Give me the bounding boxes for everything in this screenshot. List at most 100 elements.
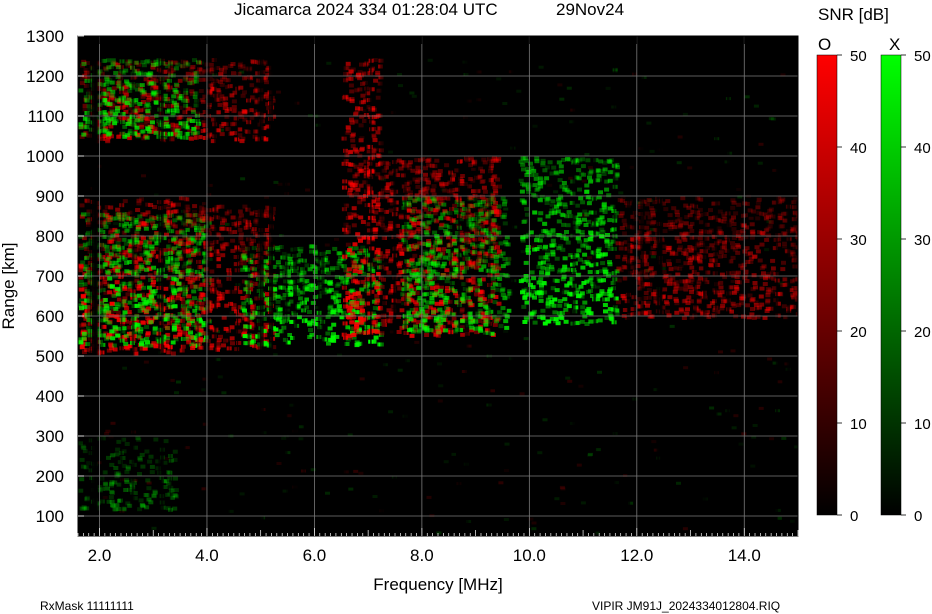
echo-cell — [152, 330, 158, 335]
noise-cell — [516, 89, 522, 93]
noise-cell — [538, 65, 544, 69]
echo-cell — [103, 224, 109, 229]
echo-cell — [309, 332, 315, 337]
echo-cell — [577, 212, 583, 217]
echo-cell — [534, 238, 540, 243]
echo-cell — [532, 247, 538, 252]
echo-cell — [556, 160, 562, 165]
echo-cell — [374, 300, 380, 305]
echo-cell — [586, 306, 592, 311]
echo-cell — [145, 331, 151, 336]
echo-cell — [346, 333, 352, 338]
echo-cell — [554, 171, 560, 176]
echo-cell — [185, 240, 191, 245]
echo-cell — [479, 249, 485, 254]
echo-cell — [532, 320, 538, 325]
echo-cell — [438, 216, 444, 221]
echo-cell — [188, 224, 194, 228]
echo-cell — [490, 182, 496, 187]
echo-cell — [683, 283, 689, 288]
echo-cell — [588, 210, 594, 215]
echo-cell — [398, 248, 404, 253]
noise-cell — [437, 399, 443, 403]
noise-cell — [542, 418, 548, 422]
echo-cell — [561, 158, 567, 162]
echo-cell — [733, 211, 739, 216]
echo-cell — [349, 163, 355, 167]
echo-cell — [199, 223, 205, 228]
echo-cell — [168, 213, 174, 218]
echo-cell — [176, 244, 182, 249]
echo-cell — [495, 245, 500, 250]
echo-cell — [667, 295, 673, 300]
echo-cell — [647, 314, 653, 319]
echo-cell — [241, 261, 247, 266]
echo-cell — [415, 243, 421, 248]
echo-cell — [646, 198, 652, 203]
echo-cell — [556, 219, 562, 224]
echo-cell — [106, 271, 111, 275]
echo-cell — [352, 242, 358, 247]
echo-cell — [348, 76, 354, 81]
echo-cell — [586, 194, 592, 199]
echo-cell — [349, 120, 355, 125]
echo-cell — [411, 217, 417, 222]
echo-cell — [109, 284, 115, 289]
echo-cell — [186, 212, 192, 217]
echo-cell — [444, 279, 450, 284]
echo-cell — [351, 279, 356, 284]
echo-cell — [587, 270, 593, 274]
echo-cell — [424, 328, 430, 333]
echo-cell — [607, 293, 613, 298]
echo-cell — [606, 272, 612, 277]
echo-cell — [496, 282, 502, 287]
echo-cell — [354, 322, 360, 327]
echo-cell — [519, 189, 525, 194]
echo-cell — [468, 311, 473, 316]
echo-cell — [518, 178, 524, 183]
echo-cell — [78, 282, 84, 287]
echo-cell — [618, 246, 624, 251]
echo-cell — [399, 308, 405, 313]
echo-cell — [564, 214, 570, 219]
echo-cell — [538, 211, 544, 216]
echo-cell — [388, 259, 394, 264]
echo-cell — [148, 278, 153, 282]
echo-cell — [122, 310, 128, 315]
echo-cell — [362, 260, 368, 265]
echo-cell — [708, 208, 713, 213]
echo-cell — [424, 333, 430, 337]
echo-cell — [350, 144, 356, 149]
echo-cell — [496, 230, 502, 235]
echo-cell — [223, 338, 228, 343]
echo-cell — [421, 262, 427, 267]
noise-cell — [651, 440, 657, 444]
noise-cell — [496, 77, 502, 81]
echo-cell — [521, 304, 527, 309]
echo-cell — [374, 280, 380, 285]
echo-cell — [102, 263, 108, 267]
echo-cell — [406, 299, 412, 304]
noise-cell — [426, 495, 432, 499]
noise-cell — [122, 366, 127, 370]
noise-cell — [498, 481, 504, 485]
echo-cell — [460, 332, 466, 337]
echo-cell — [747, 293, 753, 298]
echo-cell — [480, 217, 486, 222]
echo-cell — [216, 264, 222, 269]
noise-cell — [229, 311, 235, 315]
echo-cell — [647, 282, 653, 287]
echo-cell — [187, 219, 193, 224]
echo-cell — [482, 330, 488, 335]
echo-cell — [153, 325, 158, 330]
noise-cell — [677, 135, 683, 139]
echo-cell — [355, 74, 361, 79]
echo-cell — [351, 181, 356, 186]
echo-cell — [741, 294, 747, 299]
echo-cell — [243, 312, 249, 317]
echo-cell — [599, 252, 605, 257]
echo-cell — [388, 208, 394, 213]
echo-cell — [467, 301, 473, 306]
noise-cell — [730, 279, 736, 283]
echo-cell — [337, 259, 343, 264]
